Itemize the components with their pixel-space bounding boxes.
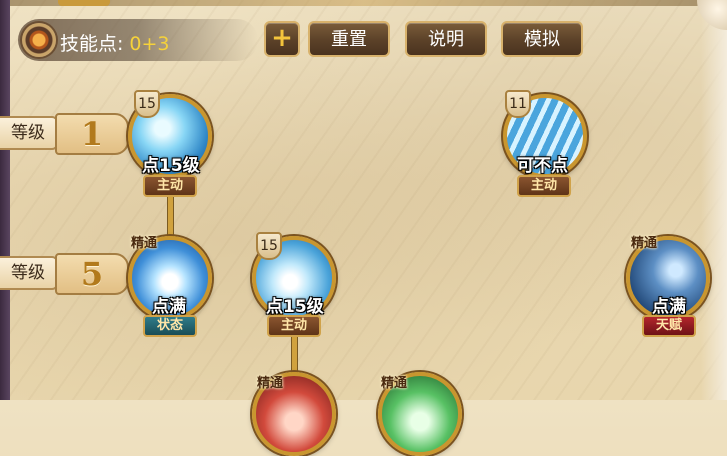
skill-points-text: 技能点: bbox=[60, 33, 124, 55]
left-frame bbox=[0, 0, 10, 400]
skill-note: 可不点 bbox=[517, 156, 568, 176]
skill-connector bbox=[292, 336, 297, 376]
skill-type-badge: 状态 bbox=[143, 315, 197, 337]
skill-points-label: 技能点: 0+3 bbox=[60, 29, 170, 56]
mastery-tag: 精通 bbox=[630, 236, 657, 251]
top-tab-ornament bbox=[58, 0, 110, 6]
level-1-number: 1 bbox=[55, 113, 129, 155]
skill-level-badge: 15 bbox=[256, 232, 282, 260]
skill-type-badge: 主动 bbox=[143, 175, 197, 197]
skill-points-value: 0+3 bbox=[129, 33, 170, 55]
right-fade bbox=[701, 0, 727, 400]
simulate-button[interactable]: 模拟 bbox=[501, 21, 583, 57]
skill-level-badge: 11 bbox=[505, 90, 531, 118]
reset-button[interactable]: 重置 bbox=[308, 21, 390, 57]
add-skill-points-button[interactable]: + bbox=[264, 21, 300, 57]
mastery-tag: 精通 bbox=[130, 236, 157, 251]
skill-note: 点满 bbox=[152, 297, 186, 317]
level-5-label: 等级 bbox=[0, 256, 58, 290]
level-5-number: 5 bbox=[55, 253, 129, 295]
skill-level-badge: 15 bbox=[134, 90, 160, 118]
mastery-tag: 精通 bbox=[256, 376, 283, 391]
skill-type-badge: 主动 bbox=[517, 175, 571, 197]
level-1-label: 等级 bbox=[0, 116, 58, 150]
skill-type-badge: 天赋 bbox=[642, 315, 696, 337]
skill-type-badge: 主动 bbox=[267, 315, 321, 337]
skill-point-coin-icon bbox=[22, 23, 56, 57]
mastery-tag: 精通 bbox=[380, 376, 407, 391]
skill-note: 点满 bbox=[652, 297, 686, 317]
help-button[interactable]: 说明 bbox=[405, 21, 487, 57]
skill-note: 点15级 bbox=[142, 156, 200, 176]
skill-note: 点15级 bbox=[266, 297, 324, 317]
